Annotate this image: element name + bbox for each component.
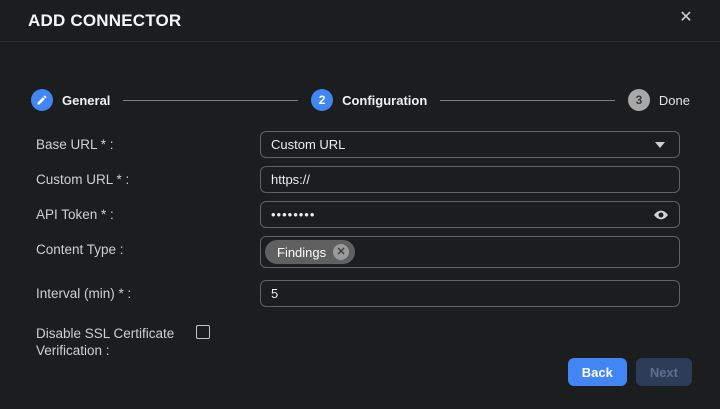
edit-pencil-icon — [36, 94, 48, 106]
custom-url-field-wrap — [260, 166, 680, 193]
api-token-field-wrap — [260, 201, 680, 228]
chevron-down-icon — [655, 142, 665, 148]
custom-url-row: Custom URL * : — [36, 166, 680, 193]
content-type-chip: Findings ✕ — [265, 240, 355, 264]
base-url-row: Base URL * : Custom URL — [36, 131, 680, 158]
interval-label: Interval (min) * : — [36, 280, 260, 303]
interval-input[interactable] — [271, 286, 669, 301]
stepper-connector-line — [123, 100, 298, 101]
reveal-password-eye-icon[interactable] — [653, 207, 669, 223]
dialog-header: ADD CONNECTOR ✕ — [0, 0, 720, 42]
step-done-circle: 3 — [628, 89, 650, 111]
content-type-chip-label: Findings — [277, 245, 326, 260]
content-type-row: Content Type : Findings ✕ — [36, 236, 680, 268]
custom-url-label: Custom URL * : — [36, 166, 260, 189]
base-url-selected-value: Custom URL — [271, 137, 345, 152]
step-configuration[interactable]: 2 Configuration — [311, 89, 427, 111]
api-token-row: API Token * : — [36, 201, 680, 228]
stepper-connector-line — [440, 100, 615, 101]
wizard-stepper: General 2 Configuration 3 Done — [31, 89, 690, 111]
ssl-verification-row: Disable SSL Certificate Verification : — [36, 320, 680, 360]
api-token-input[interactable] — [271, 207, 645, 222]
dialog-title: ADD CONNECTOR — [28, 11, 181, 31]
interval-field-wrap — [260, 280, 680, 307]
connector-config-form: Base URL * : Custom URL Custom URL * : A… — [36, 131, 680, 360]
step-general-label: General — [62, 93, 110, 108]
step-done: 3 Done — [628, 89, 690, 111]
api-token-label: API Token * : — [36, 201, 260, 224]
ssl-verification-checkbox[interactable] — [196, 325, 210, 339]
step-general-circle — [31, 89, 53, 111]
ssl-verification-label: Disable SSL Certificate Verification : — [36, 320, 196, 360]
step-general[interactable]: General — [31, 89, 110, 111]
base-url-label: Base URL * : — [36, 131, 260, 154]
content-type-field[interactable]: Findings ✕ — [260, 236, 680, 268]
add-connector-dialog: ADD CONNECTOR ✕ General 2 Configuration … — [0, 0, 720, 409]
chip-remove-icon[interactable]: ✕ — [333, 244, 349, 260]
step-configuration-circle: 2 — [311, 89, 333, 111]
base-url-select[interactable]: Custom URL — [260, 131, 680, 158]
next-button[interactable]: Next — [636, 358, 692, 386]
content-type-label: Content Type : — [36, 236, 260, 259]
close-icon[interactable]: ✕ — [676, 8, 696, 28]
step-configuration-label: Configuration — [342, 93, 427, 108]
custom-url-input[interactable] — [271, 172, 669, 187]
back-button[interactable]: Back — [568, 358, 627, 386]
step-done-label: Done — [659, 93, 690, 108]
dialog-footer: Back Next — [568, 358, 692, 386]
interval-row: Interval (min) * : — [36, 280, 680, 307]
